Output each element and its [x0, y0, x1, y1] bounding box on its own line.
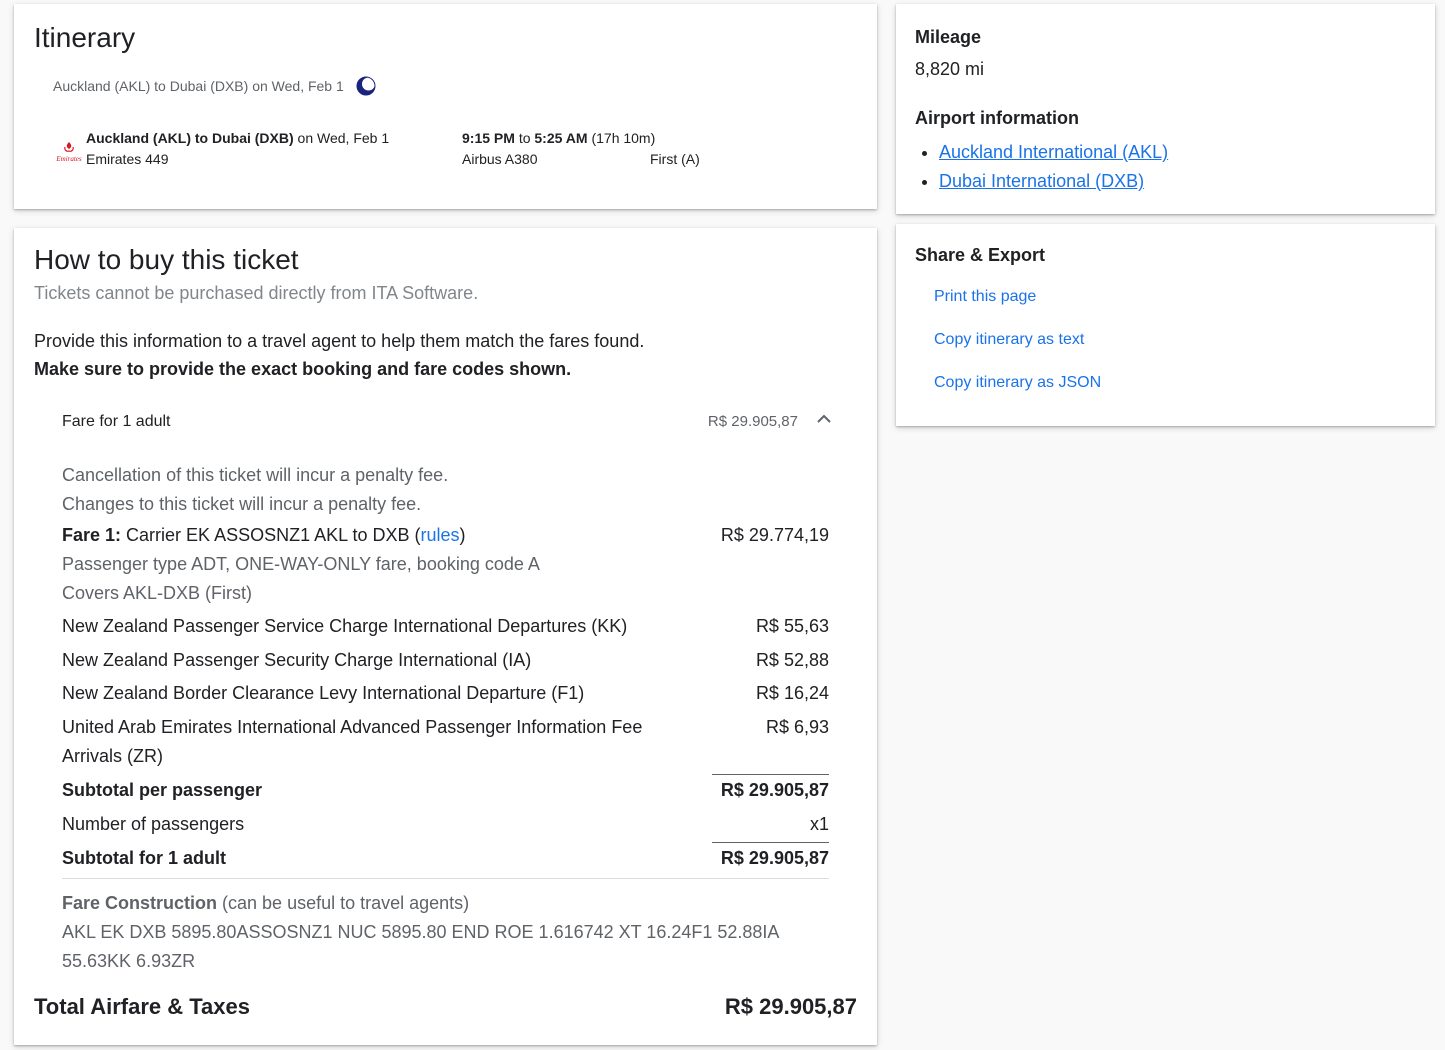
- how-to-buy-subtitle: Tickets cannot be purchased directly fro…: [34, 283, 479, 303]
- tax-amount: R$ 55,63: [755, 616, 829, 636]
- fare-header-label: Fare for 1 adult: [62, 413, 171, 430]
- tax-label: United Arab Emirates International Advan…: [62, 717, 643, 737]
- airport-info-title: Airport information: [915, 108, 1079, 128]
- subtotal-per-passenger-label: Subtotal per passenger: [62, 780, 263, 800]
- mileage-title: Mileage: [915, 27, 982, 47]
- share-export-card: Share & Export Print this page Copy itin…: [896, 224, 1435, 426]
- total-label: Total Airfare & Taxes: [34, 994, 250, 1019]
- tax-label-continued: Arrivals (ZR): [62, 746, 163, 766]
- penalty-cancellation-text: Cancellation of this ticket will incur a…: [62, 465, 449, 485]
- airport-link-dxb[interactable]: Dubai International (DXB): [939, 171, 1144, 191]
- tax-label: New Zealand Passenger Service Charge Int…: [62, 616, 628, 636]
- agent-info-emphasis: Make sure to provide the exact booking a…: [34, 359, 572, 379]
- share-export-title: Share & Export: [915, 245, 1046, 265]
- subtotal-per-passenger-amount: R$ 29.905,87: [720, 780, 829, 800]
- fare-construction-note: (can be useful to travel agents): [222, 893, 470, 913]
- tax-label: New Zealand Border Clearance Levy Intern…: [62, 683, 585, 703]
- tax-amount: R$ 52,88: [755, 650, 829, 670]
- copy-json-button[interactable]: Copy itinerary as JSON: [934, 374, 1101, 392]
- tax-amount: R$ 16,24: [755, 683, 829, 703]
- subtotal-rule: [712, 774, 829, 775]
- num-passengers-amount: x1: [809, 814, 829, 834]
- tax-amount: R$ 6,93: [765, 717, 829, 737]
- how-to-buy-title: How to buy this ticket: [34, 244, 299, 275]
- mileage-card: Mileage 8,820 mi Airport information Auc…: [896, 4, 1435, 214]
- chevron-up-icon[interactable]: [814, 409, 834, 429]
- mileage-value: 8,820 mi: [915, 59, 985, 79]
- total-amount: R$ 29.905,87: [724, 994, 857, 1019]
- divider: [62, 878, 829, 879]
- print-page-button[interactable]: Print this page: [934, 288, 1036, 306]
- list-item: Auckland International (AKL): [939, 138, 1168, 167]
- subtotal-adult-label: Subtotal for 1 adult: [62, 848, 226, 868]
- fare-rules-link[interactable]: rules: [420, 525, 459, 545]
- how-to-buy-card: How to buy this ticket Tickets cannot be…: [14, 228, 877, 1045]
- fare-construction-text: 55.63KK 6.93ZR: [62, 951, 196, 971]
- segment-flight-number: Emirates 449: [86, 151, 169, 167]
- agent-info-text: Provide this information to a travel age…: [34, 331, 645, 351]
- airport-list: Auckland International (AKL) Dubai Inter…: [915, 138, 1168, 196]
- route-summary-text: Auckland (AKL) to Dubai (DXB) on Wed, Fe…: [53, 78, 344, 94]
- fare-1-text: Carrier EK ASSOSNZ1 AKL to DXB (: [126, 525, 421, 545]
- subtotal-adult-rule: [712, 842, 829, 843]
- total-row: Total Airfare & Taxes R$ 29.905,87: [34, 994, 857, 1020]
- segment-duration: (17h 10m): [591, 130, 656, 146]
- segment-route: Auckland (AKL) to Dubai (DXB) on Wed, Fe…: [86, 128, 389, 170]
- segment-depart-time: 9:15 PM: [462, 130, 515, 146]
- svg-text:Emirates: Emirates: [55, 155, 82, 163]
- segment-cabin: First (A): [650, 151, 700, 167]
- copy-text-button[interactable]: Copy itinerary as text: [934, 331, 1084, 349]
- segment-arrive-time: 5:25 AM: [534, 130, 588, 146]
- segment-route-label: Auckland (AKL) to Dubai (DXB): [86, 130, 294, 146]
- overnight-moon-icon: [356, 76, 376, 96]
- emirates-logo-icon: Emirates: [54, 140, 84, 164]
- route-summary: Auckland (AKL) to Dubai (DXB) on Wed, Fe…: [53, 76, 376, 96]
- itinerary-title: Itinerary: [34, 22, 136, 53]
- subtotal-adult-amount: R$ 29.905,87: [720, 848, 829, 868]
- num-passengers-label: Number of passengers: [62, 814, 245, 834]
- itinerary-card: Itinerary Auckland (AKL) to Dubai (DXB) …: [14, 4, 877, 209]
- fare-construction-label: Fare Construction: [62, 893, 218, 913]
- fare-1-close: ): [459, 525, 466, 545]
- segment-date: on Wed, Feb 1: [297, 130, 390, 146]
- list-item: Dubai International (DXB): [939, 167, 1168, 196]
- segment-times: 9:15 PM to 5:25 AM (17h 10m) Airbus A380: [462, 128, 655, 170]
- fare-header-amount: R$ 29.905,87: [707, 413, 798, 430]
- airport-link-akl[interactable]: Auckland International (AKL): [939, 142, 1168, 162]
- fare-header-toggle[interactable]: Fare for 1 adult R$ 29.905,87: [62, 413, 834, 435]
- fare-1-coverage-text: Covers AKL-DXB (First): [62, 583, 253, 603]
- fare-construction-text: AKL EK DXB 5895.80ASSOSNZ1 NUC 5895.80 E…: [62, 922, 780, 942]
- fare-1-amount: R$ 29.774,19: [720, 525, 829, 545]
- segment-aircraft: Airbus A380: [462, 151, 538, 167]
- tax-label: New Zealand Passenger Security Charge In…: [62, 650, 532, 670]
- penalty-changes-text: Changes to this ticket will incur a pena…: [62, 494, 422, 514]
- segment-to-word: to: [518, 130, 531, 146]
- fare-1-detail-text: Passenger type ADT, ONE-WAY-ONLY fare, b…: [62, 554, 540, 574]
- fare-1-label: Fare 1:: [62, 525, 122, 545]
